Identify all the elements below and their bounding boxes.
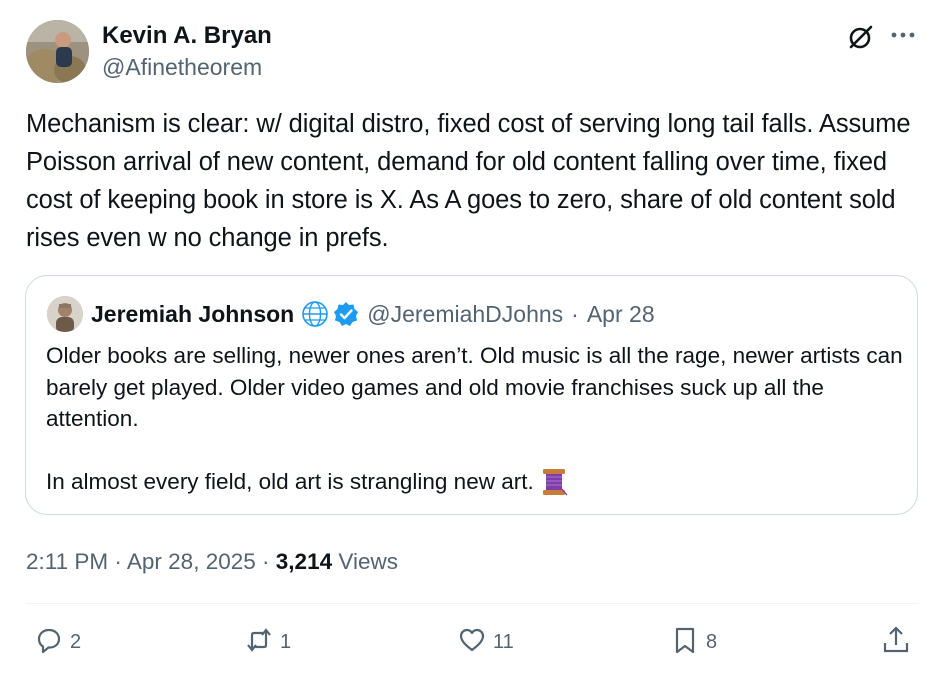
tweet-meta: 2:11 PM · Apr 28, 2025 · 3,214 Views [26,546,398,578]
like-button[interactable]: 11 [457,622,514,662]
quote-paragraph-1: Older books are selling, newer ones aren… [46,343,903,431]
reply-count: 2 [70,630,82,653]
tweet-header: Kevin A. Bryan @Afinetheorem [26,20,926,84]
profile-photo-icon [26,20,89,83]
tweet-text: Mechanism is clear: w/ digital distro, f… [26,110,911,252]
share-icon [881,625,911,660]
quote-date[interactable]: Apr 28 [587,301,655,328]
author-handle[interactable]: @Afinetheorem [102,53,262,81]
globe-icon [301,300,329,328]
bookmark-button[interactable]: 8 [670,622,717,662]
quote-author-name[interactable]: Jeremiah Johnson [91,301,294,328]
action-bar: 2 1 11 8 [0,622,945,662]
reply-button[interactable]: 2 [34,622,81,662]
like-count: 11 [493,630,514,653]
profile-photo-icon [47,296,83,332]
spool-of-thread-icon [540,467,568,497]
reply-icon [34,625,64,660]
author-name[interactable]: Kevin A. Bryan [102,22,272,50]
quote-author-avatar[interactable] [47,296,83,332]
heart-icon [457,625,487,660]
more-icon[interactable] [890,22,916,48]
repost-count: 1 [280,630,292,653]
views-label: Views [338,549,398,574]
quote-separator: · [571,300,579,327]
repost-button[interactable]: 1 [244,622,291,662]
quote-header: Jeremiah Johnson @JeremiahDJohns · Apr 2… [91,298,655,330]
quote-text: Older books are selling, newer ones aren… [46,340,906,498]
verified-badge-icon [333,301,359,327]
tweet-date[interactable]: Apr 28, 2025 [127,549,256,574]
meta-separator: · [262,549,270,574]
divider [26,603,919,604]
quoted-tweet[interactable]: Jeremiah Johnson @JeremiahDJohns · Apr 2… [25,275,918,515]
repost-icon [244,625,274,660]
author-avatar[interactable] [26,20,89,83]
bookmark-count: 8 [706,630,718,653]
grok-icon[interactable] [848,24,874,50]
views-count: 3,214 [275,549,333,574]
meta-separator: · [114,549,122,574]
share-button[interactable] [881,622,911,662]
quote-paragraph-2: In almost every field, old art is strang… [46,469,534,494]
tweet-time[interactable]: 2:11 PM [26,549,108,574]
quote-author-handle[interactable]: @JeremiahDJohns [367,301,563,328]
bookmark-icon [670,625,700,660]
